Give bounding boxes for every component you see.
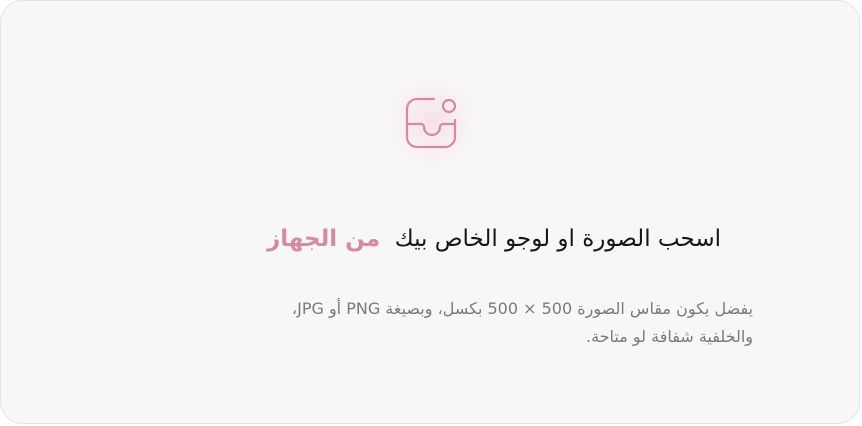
hint-line-1: يفضل يكون مقاس الصورة 500 × 500 بكسل، وب… [291,299,753,318]
browse-device-link[interactable]: من الجهاز [267,226,380,252]
hint-line-2: والخلفية شفافة لو متاحة. [586,327,753,346]
logo-dropzone[interactable]: اسحب الصورة او لوجو الخاص بيك من الجهاز … [0,0,860,424]
dropzone-title: اسحب الصورة او لوجو الخاص بيك من الجهاز [41,221,721,257]
upload-icon-badge [386,76,478,168]
dropzone-title-text: اسحب الصورة او لوجو الخاص بيك [394,226,721,252]
image-upload-icon [405,97,457,149]
dropzone-hint: يفضل يكون مقاس الصورة 500 × 500 بكسل، وب… [41,295,753,351]
